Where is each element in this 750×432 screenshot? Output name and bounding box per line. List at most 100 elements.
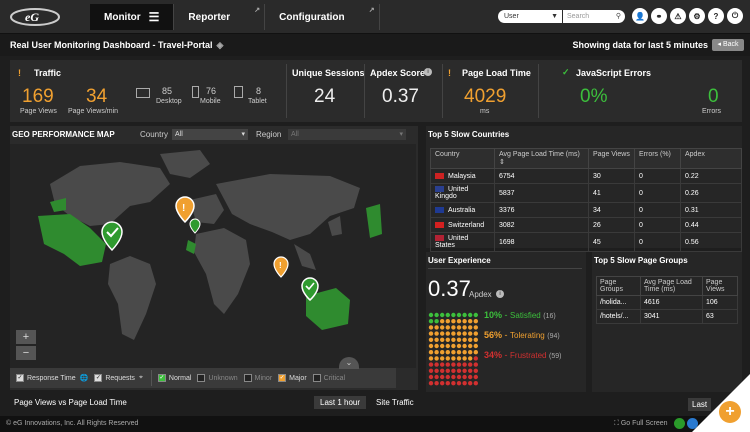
map-title: GEO PERFORMANCE MAP — [12, 130, 115, 139]
minor-filter[interactable]: Minor — [243, 374, 272, 382]
normal-filter[interactable]: ✓ Normal — [157, 374, 191, 382]
page-title: Real User Monitoring Dashboard - Travel-… — [10, 40, 224, 50]
table-row[interactable]: /hotels/... 3041 63 — [596, 309, 738, 324]
apdex-dot — [440, 368, 445, 373]
alerts-icon[interactable]: ⚠ — [670, 8, 686, 24]
critical-filter[interactable]: Critical — [312, 374, 345, 382]
requests-toggle[interactable]: ✓ Requests — [94, 374, 135, 382]
mobile-count: 76 — [206, 86, 217, 96]
user-icon[interactable]: 👤 — [632, 8, 648, 24]
apdex-dot — [473, 343, 478, 349]
status-icon[interactable] — [687, 418, 698, 429]
column-header[interactable]: Avg Page Load Time (ms) — [640, 276, 703, 296]
apdex-dot — [434, 343, 439, 349]
apdex-dot — [468, 337, 473, 342]
search-icon[interactable]: ⚲ — [616, 10, 621, 23]
unique-sessions-label: Unique Sessions — [292, 68, 365, 78]
major-filter[interactable]: ✓ Major — [278, 374, 307, 382]
column-header[interactable]: Country — [430, 148, 495, 169]
search-input[interactable]: Search ⚲ — [563, 10, 625, 23]
apdex-dot — [428, 312, 434, 318]
apdex-dot — [462, 374, 467, 380]
help-icon[interactable]: ? — [708, 8, 724, 24]
column-header[interactable]: Errors (%) — [634, 148, 681, 169]
power-icon[interactable]: ⏻ — [727, 8, 743, 24]
globe-icon: 🌐 — [79, 375, 89, 382]
region-filter-label: Region — [256, 130, 282, 139]
status-icon[interactable] — [674, 418, 685, 429]
checkbox-checked-icon[interactable]: ✓ — [16, 374, 24, 382]
tab-configuration[interactable]: Configuration ↗ — [265, 4, 380, 30]
go-full-screen-link[interactable]: ⛶ Go Full Screen — [614, 420, 668, 428]
countries-table: Country Avg Page Load Time (ms) ⇕ Page V… — [430, 148, 742, 252]
apdex-dot — [468, 319, 473, 324]
checkbox-checked-icon[interactable]: ✓ — [157, 374, 166, 382]
sort-icon[interactable]: ⇕ — [499, 159, 505, 166]
country-filter-select[interactable]: All ▾ — [172, 129, 248, 140]
apdex-dot — [462, 362, 467, 367]
table-row[interactable]: /holida... 4616 106 — [596, 295, 738, 310]
user-experience-panel: User Experience 0.37 Apdex i 10% - Satis… — [426, 252, 586, 392]
column-header[interactable]: Page Groups — [596, 276, 641, 296]
apdex-value: 0.37 — [428, 276, 471, 301]
apdex-dot — [451, 325, 456, 330]
link-icon[interactable]: ⚭ — [651, 8, 667, 24]
column-header[interactable]: Avg Page Load Time (ms) ⇕ — [494, 148, 589, 169]
column-header[interactable]: Page Views — [588, 148, 635, 169]
countries-title: Top 5 Slow Countries — [428, 130, 510, 139]
unknown-filter[interactable]: Unknown — [197, 374, 238, 382]
apdex-dot — [456, 350, 462, 355]
column-header[interactable]: Page Views — [702, 276, 738, 296]
last-1-hour-button[interactable]: Last 1 hour — [314, 396, 367, 409]
apdex-dot — [451, 356, 456, 361]
apdex-dot — [440, 325, 445, 330]
apdex-dot — [473, 312, 478, 318]
search-scope-select[interactable]: User ▼ — [498, 10, 562, 23]
table-row[interactable]: Switzerland 3082 26 0 0.44 — [430, 217, 742, 233]
info-icon[interactable]: i — [424, 68, 432, 76]
apdex-dot — [451, 319, 456, 324]
flag-icon — [435, 172, 444, 179]
table-row[interactable]: United Kingdo 5837 41 0 0.26 — [430, 183, 742, 203]
tab-monitor[interactable]: Monitor ☰ — [90, 4, 175, 30]
zoom-in-button[interactable]: + — [16, 330, 36, 344]
world-map[interactable]: ! ! — [10, 144, 416, 368]
checkbox-icon[interactable] — [312, 374, 321, 382]
back-button[interactable]: ◂ Back — [712, 39, 744, 51]
checkbox-icon[interactable] — [243, 374, 252, 382]
user-experience-title: User Experience — [428, 256, 491, 265]
checkbox-checked-icon[interactable]: ✓ — [94, 374, 103, 382]
region-filter-select[interactable]: All ▾ — [288, 129, 406, 140]
table-row[interactable]: Australia 3376 34 0 0.31 — [430, 202, 742, 218]
page-views-label: Page Views — [20, 108, 57, 115]
apdex-dot — [434, 381, 439, 386]
title-bar: Real User Monitoring Dashboard - Travel-… — [0, 34, 750, 56]
table-row[interactable]: Malaysia 6754 30 0 0.22 — [430, 168, 742, 184]
external-link-icon: ↗ — [368, 7, 375, 14]
chevron-down-icon: ▼ — [551, 13, 558, 20]
hamburger-menu-icon[interactable]: ☰ — [149, 10, 160, 24]
top-navigation-bar: eG Monitor ☰ Reporter ↗ Configuration ↗ … — [0, 0, 750, 34]
checkbox-icon[interactable] — [197, 374, 206, 382]
column-header[interactable]: Apdex — [680, 148, 742, 169]
response-time-toggle[interactable]: ✓ Response Time — [16, 374, 76, 382]
table-header-row: Page Groups Avg Page Load Time (ms) Page… — [596, 276, 738, 296]
eg-logo[interactable]: eG — [8, 4, 62, 28]
page-views-per-min-label: Page Views/min — [68, 108, 119, 115]
apdex-dot — [462, 350, 467, 355]
top-slow-countries-panel: Top 5 Slow Countries Country Avg Page Lo… — [426, 126, 742, 252]
page-views-value: 169 — [22, 86, 54, 107]
last-button[interactable]: Last — [688, 398, 712, 411]
apdex-dot — [473, 325, 478, 330]
zoom-out-button[interactable]: − — [16, 346, 36, 360]
checkbox-checked-icon[interactable]: ✓ — [278, 374, 287, 382]
apdex-dot — [456, 343, 462, 349]
info-icon[interactable]: i — [496, 290, 504, 298]
apdex-dot — [462, 356, 467, 361]
satisfied-row: 10% - Satisfied (16) — [484, 310, 556, 320]
table-row[interactable]: United States 1698 45 0 0.56 — [430, 232, 742, 252]
tab-reporter[interactable]: Reporter ↗ — [174, 4, 266, 30]
add-widget-button[interactable]: + — [719, 401, 741, 423]
settings-icon[interactable]: ⚙ — [689, 8, 705, 24]
apdex-dot — [445, 343, 450, 349]
